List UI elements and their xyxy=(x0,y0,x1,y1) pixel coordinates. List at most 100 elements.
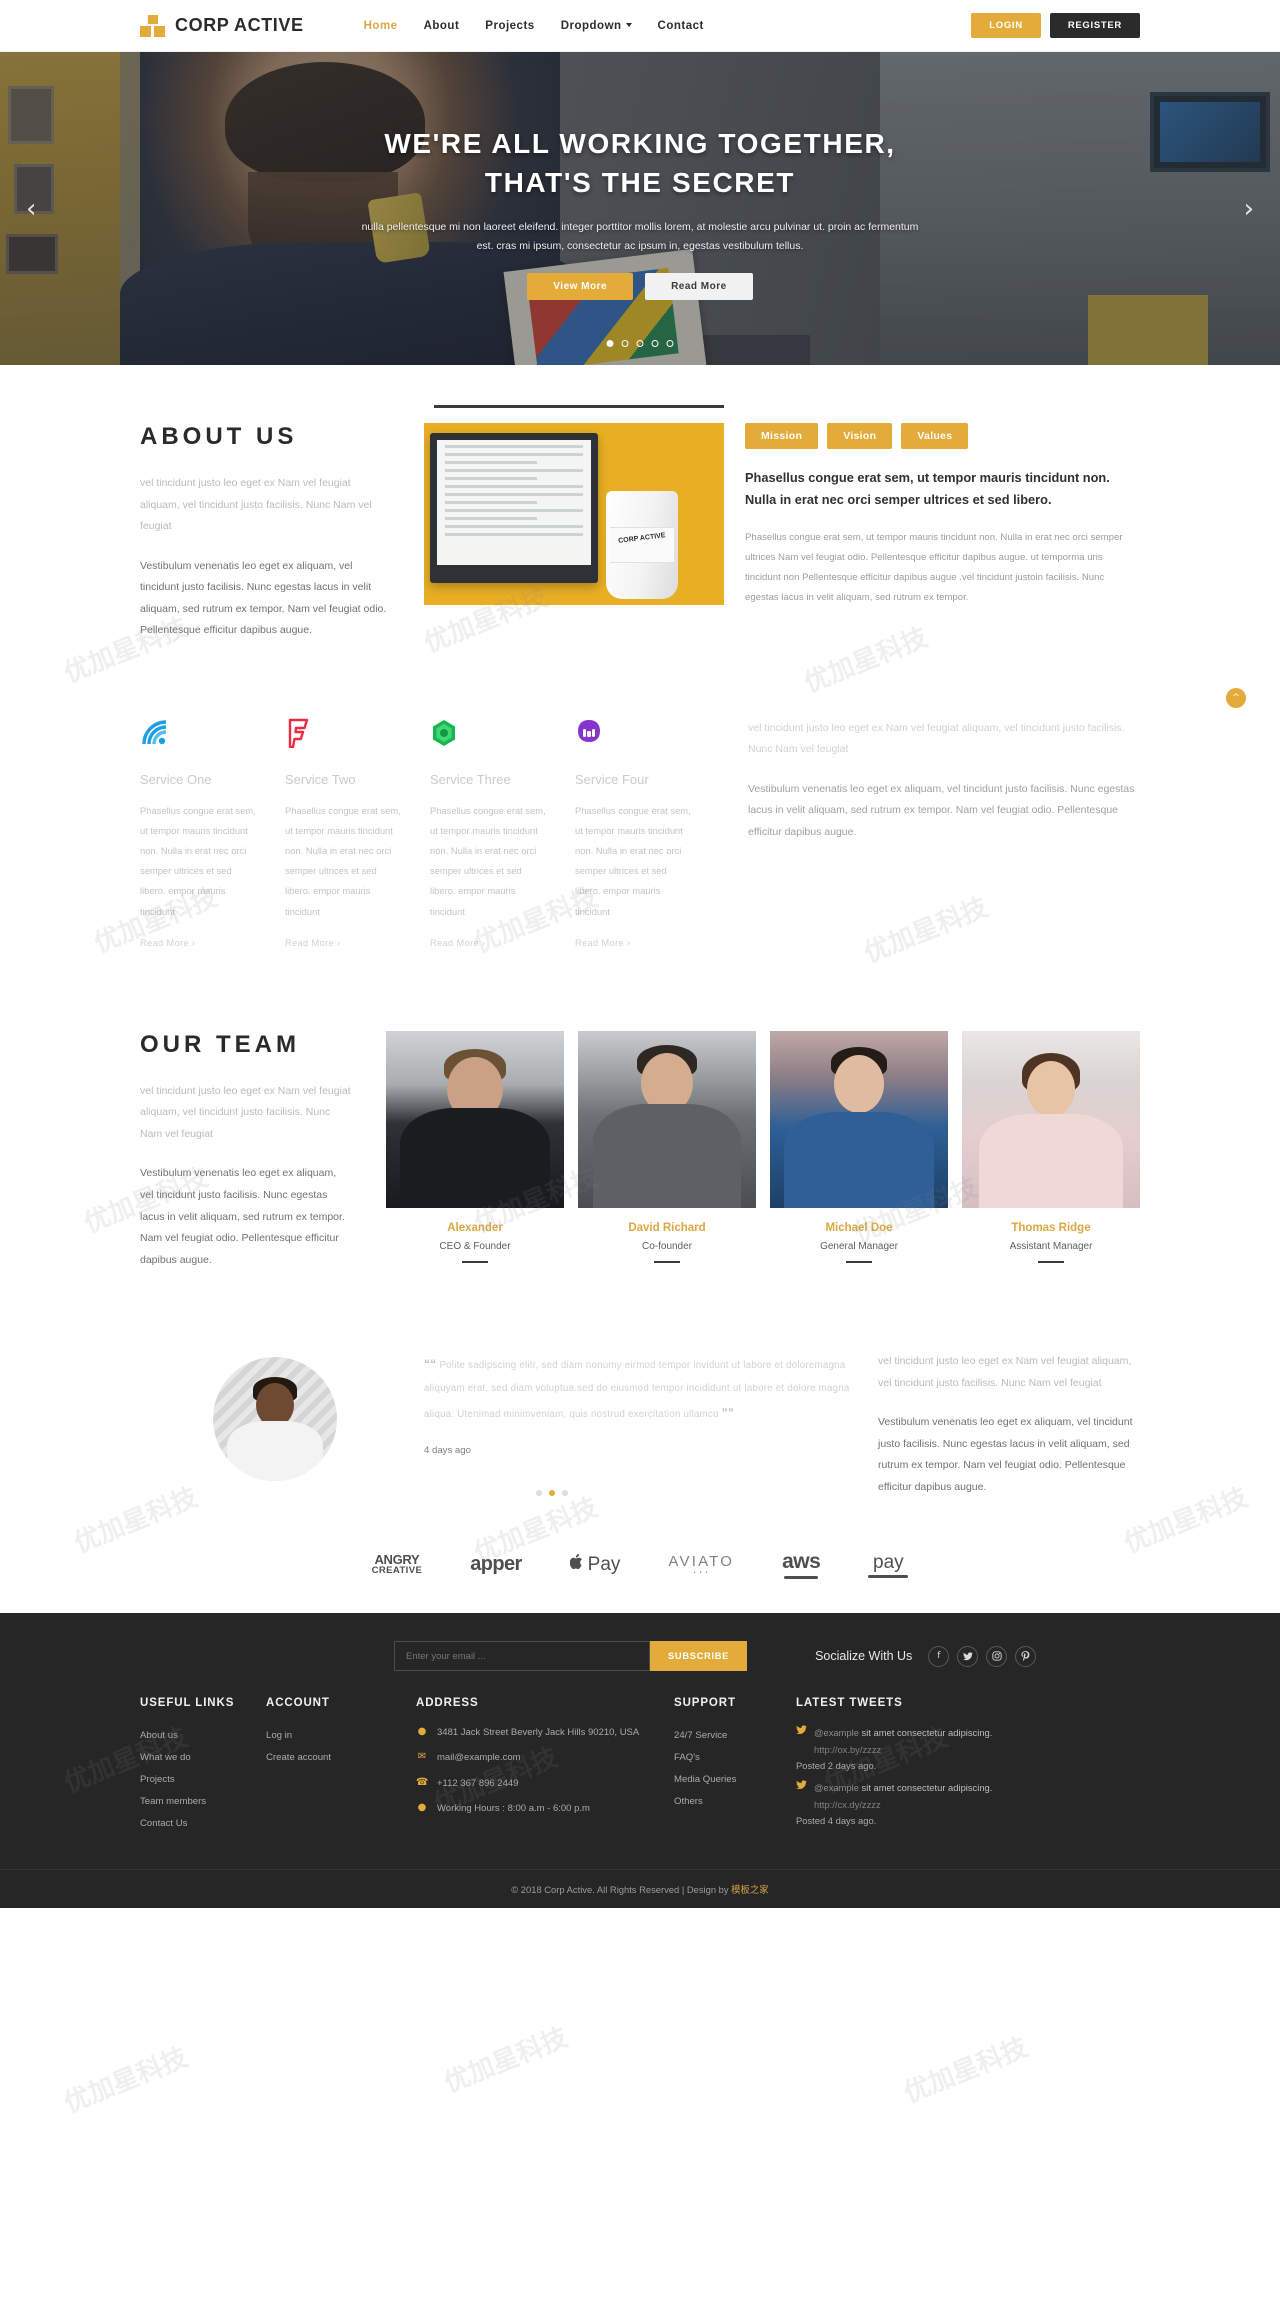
hero-dot-1[interactable] xyxy=(606,340,614,347)
testimonial-dot-2[interactable] xyxy=(549,1489,555,1496)
header-actions: LOGIN REGISTER xyxy=(971,13,1140,38)
footer-link-team-members[interactable]: Team members xyxy=(140,1791,246,1813)
page-root: CORP ACTIVE Home About Projects Dropdown… xyxy=(0,0,1280,2119)
email-field[interactable] xyxy=(394,1641,650,1672)
team-member-card[interactable]: David Richard Co-founder xyxy=(578,1030,756,1271)
footer-link-projects[interactable]: Projects xyxy=(140,1769,246,1791)
footer-heading-latest-tweets: LATEST TWEETS xyxy=(796,1697,903,1710)
hero-dot-2[interactable] xyxy=(621,340,629,347)
nav-item-contact[interactable]: Contact xyxy=(658,20,704,32)
service-read-more-link[interactable]: Read More › xyxy=(575,938,630,948)
service-title: Service Four xyxy=(575,771,649,787)
footer-column-useful-links: USEFUL LINKS About us What we do Project… xyxy=(140,1697,266,1835)
footer-column-latest-tweets: LATEST TWEETS @example sit amet consecte… xyxy=(796,1697,1056,1835)
footer-columns: USEFUL LINKS About us What we do Project… xyxy=(140,1697,1140,1869)
footer-link-247-service[interactable]: 24/7 Service xyxy=(674,1725,776,1747)
login-button[interactable]: LOGIN xyxy=(971,13,1041,38)
brand-logo-apple-pay: Pay xyxy=(569,1553,620,1577)
nav-item-home[interactable]: Home xyxy=(364,20,398,32)
register-button[interactable]: REGISTER xyxy=(1049,13,1140,38)
tab-values[interactable]: Values xyxy=(901,423,969,449)
nav-item-dropdown[interactable]: Dropdown xyxy=(561,20,632,32)
team-member-name: Alexander xyxy=(447,1221,503,1234)
team-member-photo xyxy=(578,1030,756,1208)
envelope-icon: ✉ xyxy=(417,1751,427,1763)
tab-vision[interactable]: Vision xyxy=(827,423,893,449)
services-side-text: vel tincidunt justo leo eget ex Nam vel … xyxy=(720,718,1140,951)
footer-link-what-we-do[interactable]: What we do xyxy=(140,1747,246,1769)
copyright-brand[interactable]: 模板之家 xyxy=(731,1884,769,1895)
site-header: CORP ACTIVE Home About Projects Dropdown… xyxy=(0,0,1280,52)
site-footer: SUBSCRIBE Socialize With Us f USEFUL LIN… xyxy=(0,1613,1280,1909)
footer-link-create-account[interactable]: Create account xyxy=(266,1747,396,1769)
tweet-handle[interactable]: @example xyxy=(814,1727,859,1738)
hero-read-more-button[interactable]: Read More xyxy=(645,273,753,300)
tweet-url[interactable]: http://ox.by/zzzz xyxy=(814,1744,881,1755)
footer-link-others[interactable]: Others xyxy=(674,1791,776,1813)
facebook-icon[interactable]: f xyxy=(928,1645,950,1667)
service-read-more-link[interactable]: Read More › xyxy=(430,938,485,948)
address-row: ☎ +112 367 896 2449 xyxy=(416,1776,654,1791)
service-card: Service Three Phasellus congue erat sem,… xyxy=(430,718,575,951)
team-member-role: CEO & Founder xyxy=(439,1240,511,1252)
team-member-divider xyxy=(846,1260,872,1263)
team-member-name: Michael Doe xyxy=(825,1221,893,1234)
brand-logo-angry-creative: ANGRY CREATIVE xyxy=(371,1551,423,1577)
testimonial-dot-1[interactable] xyxy=(536,1489,542,1496)
address-email[interactable]: mail@example.com xyxy=(437,1750,521,1765)
team-member-card[interactable]: Thomas Ridge Assistant Manager xyxy=(962,1030,1140,1271)
quote-close-icon: ”” xyxy=(721,1405,735,1420)
twitter-icon[interactable] xyxy=(957,1645,979,1667)
nav-item-projects[interactable]: Projects xyxy=(485,20,534,32)
clock-icon: ● xyxy=(417,1801,427,1813)
team-member-card[interactable]: Michael Doe General Manager xyxy=(770,1030,948,1271)
tweet-text: sit amet consectetur adipiscing. xyxy=(858,1727,993,1739)
service-read-more-link[interactable]: Read More › xyxy=(285,938,340,948)
copyright-text: © 2018 Corp Active. All Rights Reserved … xyxy=(511,1884,732,1896)
hero-title-line-1: WE'RE ALL WORKING TOGETHER, xyxy=(384,128,896,159)
team-member-card[interactable]: Alexander CEO & Founder xyxy=(386,1030,564,1271)
about-lead: Phasellus congue erat sem, ut tempor mau… xyxy=(745,470,1110,508)
footer-link-log-in[interactable]: Log in xyxy=(266,1725,396,1747)
team-member-divider xyxy=(462,1260,488,1263)
subscribe-button[interactable]: SUBSCRIBE xyxy=(650,1641,748,1672)
address-row: ✉ mail@example.com xyxy=(416,1750,654,1765)
pinterest-icon[interactable] xyxy=(1015,1645,1037,1667)
footer-link-media-queries[interactable]: Media Queries xyxy=(674,1769,776,1791)
footer-link-about-us[interactable]: About us xyxy=(140,1725,246,1747)
about-title: ABOUT US xyxy=(140,423,298,450)
footer-link-contact-us[interactable]: Contact Us xyxy=(140,1813,246,1835)
team-body-text: Vestibulum venenatis leo eget ex aliquam… xyxy=(140,1167,345,1266)
team-section: OUR TEAM vel tincidunt justo leo eget ex… xyxy=(140,1005,1140,1311)
about-section: ABOUT US vel tincidunt justo leo eget ex… xyxy=(140,365,1140,682)
about-paragraph: Phasellus congue erat sem, ut tempor mau… xyxy=(745,531,1123,604)
mastodon-icon xyxy=(575,718,692,752)
twitter-bird-icon xyxy=(796,1780,807,1813)
scroll-to-top-button[interactable]: ^ xyxy=(1226,688,1246,708)
testimonial-dot-3[interactable] xyxy=(562,1489,568,1496)
hero-dot-4[interactable] xyxy=(651,340,659,347)
team-muted-text: vel tincidunt justo leo eget ex Nam vel … xyxy=(140,1084,351,1140)
footer-link-faqs[interactable]: FAQ's xyxy=(674,1747,776,1769)
subscribe-row: SUBSCRIBE Socialize With Us f xyxy=(140,1641,1140,1697)
tab-mission[interactable]: Mission xyxy=(745,423,819,449)
tweet-item: @example sit amet consectetur adipiscing… xyxy=(796,1780,1036,1826)
hero-prev-arrow[interactable]: ‹ xyxy=(26,194,36,224)
instagram-icon[interactable] xyxy=(986,1645,1008,1667)
hero-dot-3[interactable] xyxy=(636,340,644,347)
brand-logo[interactable]: CORP ACTIVE xyxy=(140,14,304,37)
tweet-url[interactable]: http://cx.dy/zzzz xyxy=(814,1799,881,1810)
services-section: Service One Phasellus congue erat sem, u… xyxy=(140,682,1140,1005)
service-read-more-link[interactable]: Read More › xyxy=(140,938,195,948)
tweet-handle[interactable]: @example xyxy=(814,1782,859,1793)
address-row: ● 3481 Jack Street Beverly Jack Hills 90… xyxy=(416,1725,654,1740)
hero-view-more-button[interactable]: View More xyxy=(527,273,634,300)
hero-dot-5[interactable] xyxy=(666,340,674,347)
team-member-role: Co-founder xyxy=(641,1240,693,1252)
hero-next-arrow[interactable]: › xyxy=(1244,194,1254,224)
service-text: Phasellus congue erat sem, ut tempor mau… xyxy=(140,804,256,917)
hero-slider: ‹ › WE'RE ALL WORKING TOGETHER, THAT'S T… xyxy=(0,52,1280,365)
subscribe-form: SUBSCRIBE xyxy=(394,1641,748,1672)
nav-item-about[interactable]: About xyxy=(424,20,460,32)
address-phone[interactable]: +112 367 896 2449 xyxy=(437,1776,518,1791)
